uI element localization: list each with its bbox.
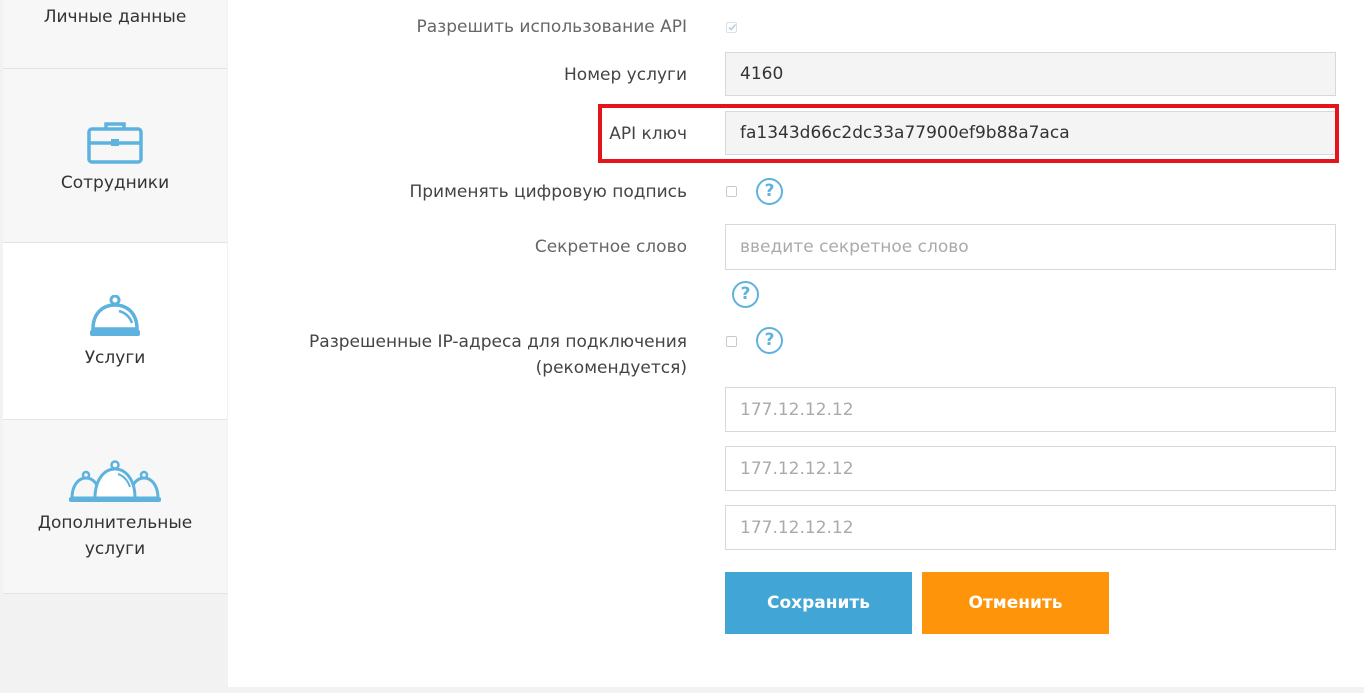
sidebar-item-label: услуги (84, 538, 146, 559)
allow-api-checkbox[interactable] (726, 22, 737, 33)
help-icon[interactable]: ? (732, 281, 759, 308)
sidebar-item-label: Личные данные (43, 7, 187, 27)
allowed-ip-label-note: (рекомендуется) (535, 358, 687, 378)
allowed-ip-checkbox[interactable] (726, 336, 737, 347)
service-bell-icon (90, 295, 140, 336)
api-key-field[interactable]: fa1343d66c2dc33a77900ef9b88a7aca (725, 111, 1336, 155)
allowed-ip-label: Разрешенные IP-адреса для подключения (309, 332, 687, 352)
sidebar-item-services[interactable]: Услуги (3, 243, 227, 420)
sidebar-item-additional-services[interactable]: Дополнительные услуги (3, 420, 227, 594)
save-button[interactable]: Сохранить (725, 572, 912, 634)
service-settings-form: Разрешить использование API Номер услуги… (228, 0, 1364, 687)
ip-address-input[interactable] (725, 387, 1336, 432)
briefcase-icon (87, 121, 143, 164)
sidebar-item-personal-data[interactable]: Личные данные (3, 0, 227, 69)
checkmark-icon (728, 23, 737, 31)
sidebar-item-employees[interactable]: Сотрудники (3, 69, 227, 243)
ip-address-input[interactable] (725, 505, 1336, 550)
secret-word-label: Секретное слово (534, 237, 687, 257)
sidebar-item-label: Сотрудники (60, 172, 170, 193)
digital-signature-checkbox[interactable] (726, 186, 737, 197)
cancel-button[interactable]: Отменить (922, 572, 1109, 634)
service-number-field[interactable]: 4160 (725, 52, 1336, 96)
help-icon[interactable]: ? (756, 178, 783, 205)
sidebar: Личные данные Сотрудники Услуги Дополнит… (0, 0, 228, 693)
help-icon[interactable]: ? (756, 327, 783, 354)
secret-word-input[interactable] (725, 224, 1336, 270)
digital-signature-label: Применять цифровую подпись (409, 182, 687, 202)
service-number-label: Номер услуги (564, 65, 687, 85)
sidebar-item-label: Дополнительные (37, 512, 193, 533)
ip-address-input[interactable] (725, 446, 1336, 491)
allow-api-label: Разрешить использование API (416, 17, 687, 37)
sidebar-item-label: Услуги (84, 348, 146, 368)
api-key-label: API ключ (609, 124, 687, 144)
multiple-bells-icon (69, 459, 161, 502)
